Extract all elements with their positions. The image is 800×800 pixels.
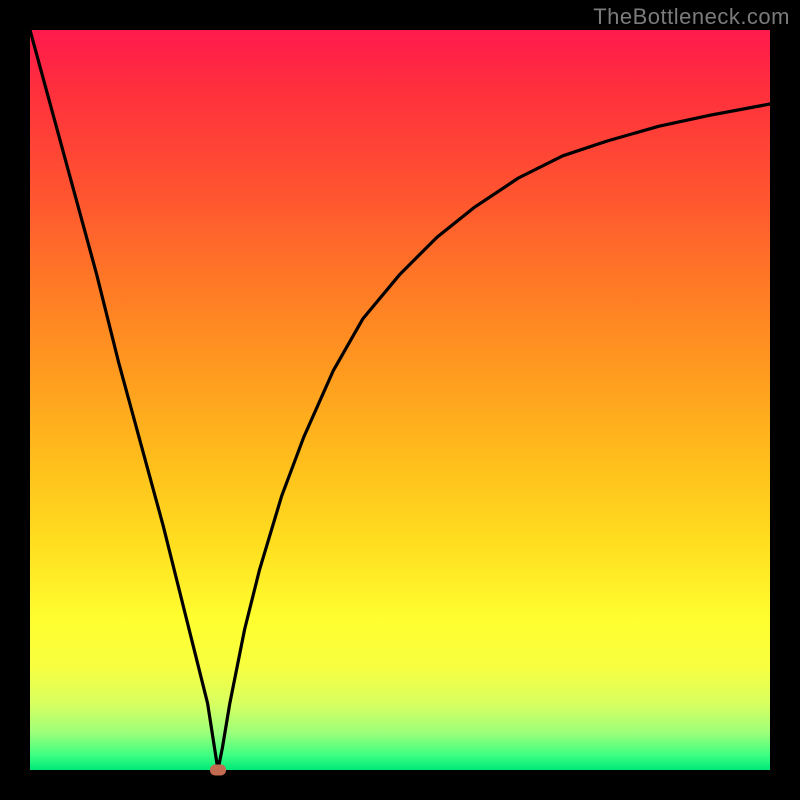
watermark-text: TheBottleneck.com	[593, 4, 790, 30]
gradient-background	[30, 30, 770, 770]
chart-frame: TheBottleneck.com	[0, 0, 800, 800]
